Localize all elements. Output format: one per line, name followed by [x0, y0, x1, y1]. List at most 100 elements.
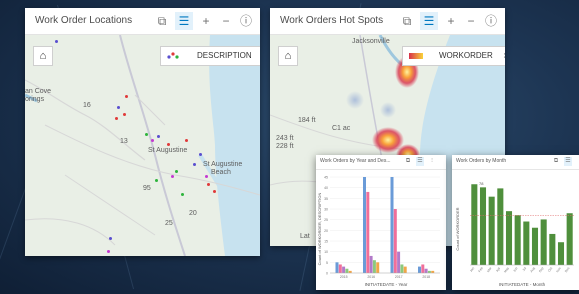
copy-icon[interactable]: ⧉ [153, 12, 171, 30]
x-tick-label: Aug [529, 266, 536, 273]
panel-header: Work Orders Hot Spots ⧉ ☰ + − ⓘ [270, 8, 505, 35]
x-axis-label: INITIATEDATE - Year [365, 282, 408, 287]
list-icon[interactable]: ☰ [420, 12, 438, 30]
work-order-locations-panel: Work Order Locations ⧉ ☰ + − ⓘ an Cove o… [25, 8, 260, 256]
bar[interactable] [471, 184, 478, 265]
map-point[interactable] [125, 95, 128, 98]
place-label: Beach [211, 169, 231, 176]
bar[interactable] [549, 233, 556, 265]
bar[interactable] [372, 260, 376, 273]
map-point[interactable] [199, 153, 202, 156]
y-tick-label: 30 [324, 208, 328, 212]
bar[interactable] [531, 227, 539, 265]
map-point[interactable] [181, 193, 184, 196]
bar[interactable] [403, 266, 407, 273]
zoom-out-icon[interactable]: − [462, 12, 480, 30]
bar[interactable] [369, 255, 373, 273]
list-icon[interactable]: ☰ [416, 157, 424, 166]
bar[interactable] [431, 270, 435, 273]
map-point[interactable] [185, 139, 188, 142]
copy-icon[interactable]: ⧉ [552, 157, 560, 166]
bar[interactable] [335, 262, 339, 273]
chart-by-year-panel: Work Orders by Year and Des... ⧉ ☰ ⫶ 0 5 1… [316, 155, 446, 290]
bar[interactable] [514, 215, 521, 265]
bar[interactable] [479, 187, 487, 265]
zoom-in-icon[interactable]: + [197, 12, 215, 30]
place-label: Lat [300, 233, 310, 240]
zoom-out-icon[interactable]: − [217, 12, 235, 30]
bar[interactable] [345, 268, 349, 273]
map-point[interactable] [193, 163, 196, 166]
bar[interactable] [376, 262, 380, 273]
y-tick-label: 35 [324, 197, 328, 201]
bar[interactable] [566, 213, 573, 265]
home-button[interactable]: ⌂ [33, 46, 53, 66]
home-button[interactable]: ⌂ [278, 46, 298, 66]
zoom-in-icon[interactable]: + [442, 12, 460, 30]
map-point[interactable] [205, 175, 208, 178]
x-tick-label: Apr [495, 266, 502, 273]
place-label: St Augustine [148, 147, 188, 154]
locations-map[interactable]: an Cove orings 16 13 St Augustine St Aug… [25, 35, 260, 256]
map-point[interactable] [109, 237, 112, 240]
map-point[interactable] [107, 250, 110, 253]
map-point[interactable] [157, 135, 160, 138]
bar[interactable] [523, 221, 530, 265]
map-point[interactable] [117, 106, 120, 109]
map-point[interactable] [171, 175, 174, 178]
bar[interactable] [348, 270, 352, 273]
place-label: Jacksonville [352, 38, 390, 45]
bar[interactable] [397, 251, 401, 273]
place-label: orings [25, 96, 45, 103]
legend-button[interactable]: DESCRIPTION › [160, 46, 260, 66]
filter-icon[interactable]: ⫶ [428, 157, 436, 166]
info-icon[interactable]: ⓘ [237, 12, 255, 30]
bar[interactable] [390, 177, 394, 273]
chart-header: Work Orders by Month ⧉ ☰ [452, 155, 579, 170]
info-icon[interactable]: ⓘ [482, 12, 500, 30]
map-point[interactable] [55, 40, 58, 43]
place-label: 20 [189, 210, 197, 217]
map-point[interactable] [123, 113, 126, 116]
x-tick-label: Dec [564, 266, 571, 273]
chart-by-year: 0 5 10 15 20 25 30 35 40 45 2015 2016 2017 2018 INIT… [317, 176, 440, 287]
bar[interactable] [338, 264, 342, 273]
bar[interactable] [540, 219, 547, 265]
map-point[interactable] [213, 190, 216, 193]
bar[interactable] [497, 188, 504, 265]
list-icon[interactable]: ☰ [175, 12, 193, 30]
map-point[interactable] [115, 117, 118, 120]
bar[interactable] [400, 264, 404, 273]
bar[interactable] [427, 270, 431, 273]
bar[interactable] [342, 266, 346, 273]
map-point[interactable] [145, 133, 148, 136]
y-axis-label: Count of WORKORDER [455, 207, 460, 250]
bar[interactable] [418, 266, 421, 273]
place-label: 13 [120, 138, 128, 145]
map-point[interactable] [167, 143, 170, 146]
map-point[interactable] [151, 139, 154, 142]
place-label: 16 [83, 102, 91, 109]
bar[interactable] [557, 242, 565, 265]
chevron-right-icon: › [503, 47, 505, 65]
map-point[interactable] [155, 179, 158, 182]
bar[interactable] [421, 264, 425, 273]
bar[interactable] [393, 209, 397, 273]
bar[interactable] [505, 211, 513, 265]
bar[interactable] [424, 268, 428, 273]
list-icon[interactable]: ☰ [564, 157, 572, 166]
bar[interactable] [488, 196, 495, 265]
chart-header: Work Orders by Year and Des... ⧉ ☰ ⫶ [316, 155, 446, 170]
copy-icon[interactable]: ⧉ [404, 157, 412, 166]
y-tick-label: 10 [324, 250, 328, 254]
chart-by-month: Jan Feb Mar Apr May Jun Jul Aug Sep Oct Nov Dec 78 … [455, 181, 574, 287]
bar[interactable] [366, 191, 370, 273]
bar[interactable] [363, 177, 366, 273]
copy-icon[interactable]: ⧉ [398, 12, 416, 30]
heat-gradient-icon [409, 53, 423, 59]
x-tick-label: May [503, 266, 510, 274]
map-point[interactable] [207, 183, 210, 186]
legend-button[interactable]: WORKORDER › [402, 46, 505, 66]
map-point[interactable] [175, 170, 178, 173]
place-label: C1 ac [332, 125, 351, 132]
